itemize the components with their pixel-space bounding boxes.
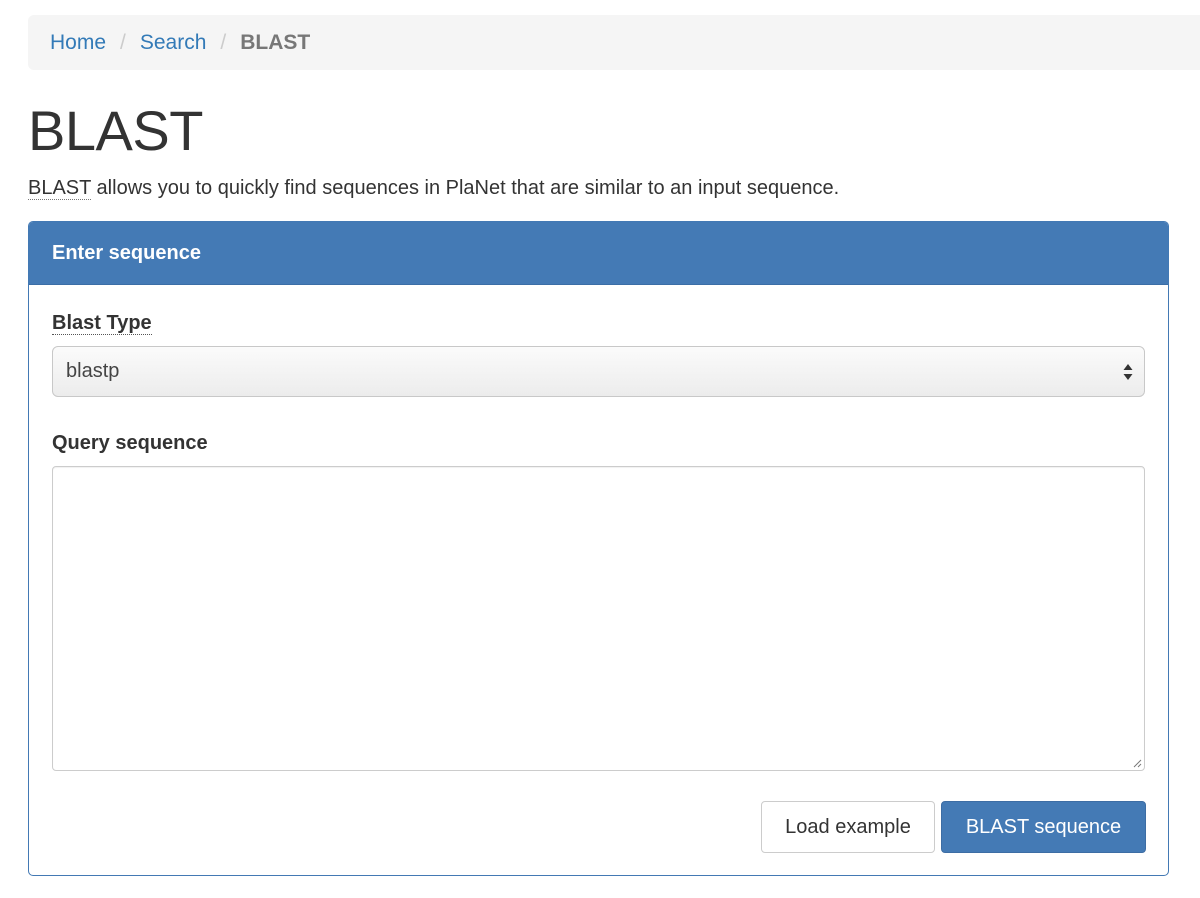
query-sequence-textarea[interactable] — [52, 466, 1145, 771]
breadcrumb-separator: / — [120, 30, 126, 54]
page: Home / Search / BLAST BLAST BLAST allows… — [0, 0, 1200, 898]
enter-sequence-panel: Enter sequence Blast Type blastp Query s… — [28, 221, 1169, 876]
page-title: BLAST — [28, 99, 203, 162]
blast-type-selected-value: blastp — [66, 360, 120, 382]
breadcrumb-home-link[interactable]: Home — [50, 31, 106, 55]
breadcrumb-current: BLAST — [240, 30, 311, 54]
blast-type-label-text: Blast Type — [52, 312, 152, 335]
intro-text: BLAST allows you to quickly find sequenc… — [28, 177, 839, 200]
blast-type-label: Blast Type — [52, 312, 152, 335]
query-sequence-label: Query sequence — [52, 432, 208, 454]
blast-sequence-button[interactable]: BLAST sequence — [941, 801, 1146, 853]
blast-type-select[interactable]: blastp — [52, 346, 1145, 397]
breadcrumb: Home / Search / BLAST — [28, 15, 1200, 70]
breadcrumb-search-link[interactable]: Search — [140, 31, 207, 55]
panel-heading: Enter sequence — [29, 222, 1168, 285]
intro-description: allows you to quickly find sequences in … — [91, 177, 840, 199]
chevron-up-down-icon — [1123, 364, 1133, 380]
resize-grip-icon[interactable] — [1132, 758, 1142, 768]
blast-abbreviation: BLAST — [28, 177, 91, 200]
breadcrumb-separator: / — [220, 30, 227, 54]
load-example-button[interactable]: Load example — [761, 801, 935, 853]
